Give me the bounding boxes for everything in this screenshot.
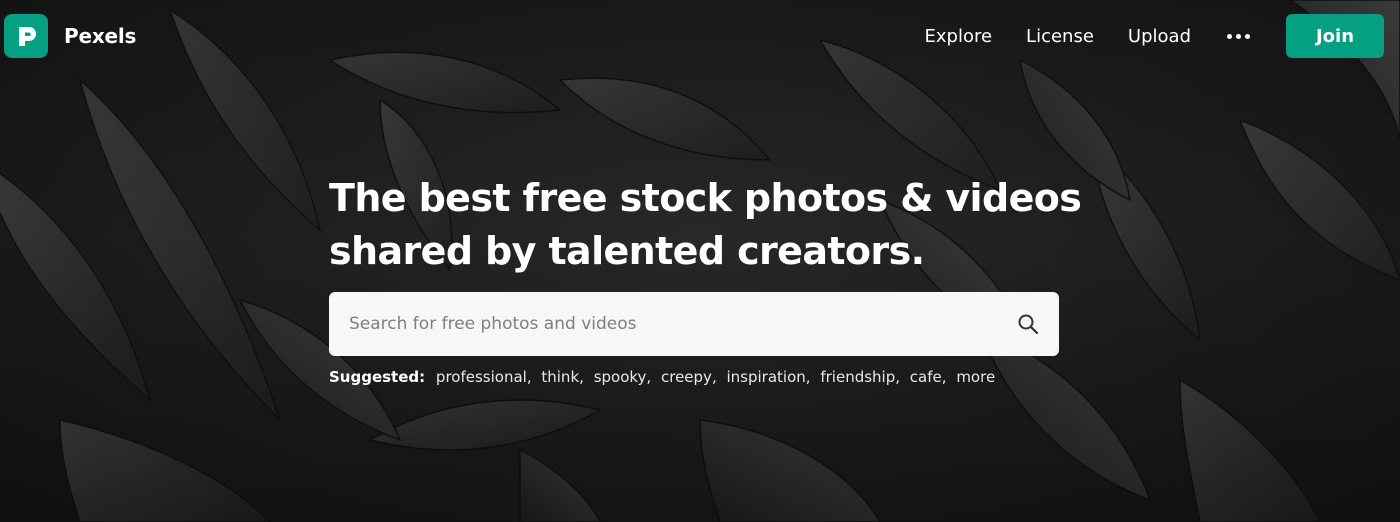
suggested-tag[interactable]: think <box>541 368 579 386</box>
join-button[interactable]: Join <box>1286 14 1384 58</box>
nav-explore-link[interactable]: Explore <box>925 26 993 47</box>
suggested-searches: Suggested: professional, think, spooky, … <box>329 368 996 386</box>
top-navigation: Pexels Explore License Upload Join <box>0 0 1400 72</box>
suggested-more-link[interactable]: more <box>956 368 995 386</box>
more-horizontal-icon[interactable] <box>1227 33 1250 39</box>
search-input[interactable] <box>349 314 1015 334</box>
search-icon[interactable] <box>1015 311 1041 337</box>
brand-name[interactable]: Pexels <box>64 24 136 48</box>
headline-line-2: shared by talented creators. <box>329 229 925 273</box>
search-bar <box>329 292 1059 356</box>
suggested-tag[interactable]: inspiration <box>727 368 806 386</box>
nav-upload-link[interactable]: Upload <box>1128 26 1191 47</box>
suggested-tag[interactable]: spooky <box>594 368 647 386</box>
suggested-tag[interactable]: professional <box>436 368 527 386</box>
nav-links: Explore License Upload Join <box>891 14 1384 58</box>
hero-headline: The best free stock photos & videos shar… <box>329 172 1082 278</box>
suggested-tag[interactable]: cafe <box>910 368 942 386</box>
hero-content: The best free stock photos & videos shar… <box>329 172 1082 386</box>
suggested-tag[interactable]: friendship <box>820 368 895 386</box>
headline-line-1: The best free stock photos & videos <box>329 176 1082 220</box>
suggested-tag[interactable]: creepy <box>661 368 712 386</box>
nav-license-link[interactable]: License <box>1026 26 1094 47</box>
suggested-label: Suggested: <box>329 368 426 386</box>
pexels-logo-icon[interactable] <box>4 14 48 58</box>
